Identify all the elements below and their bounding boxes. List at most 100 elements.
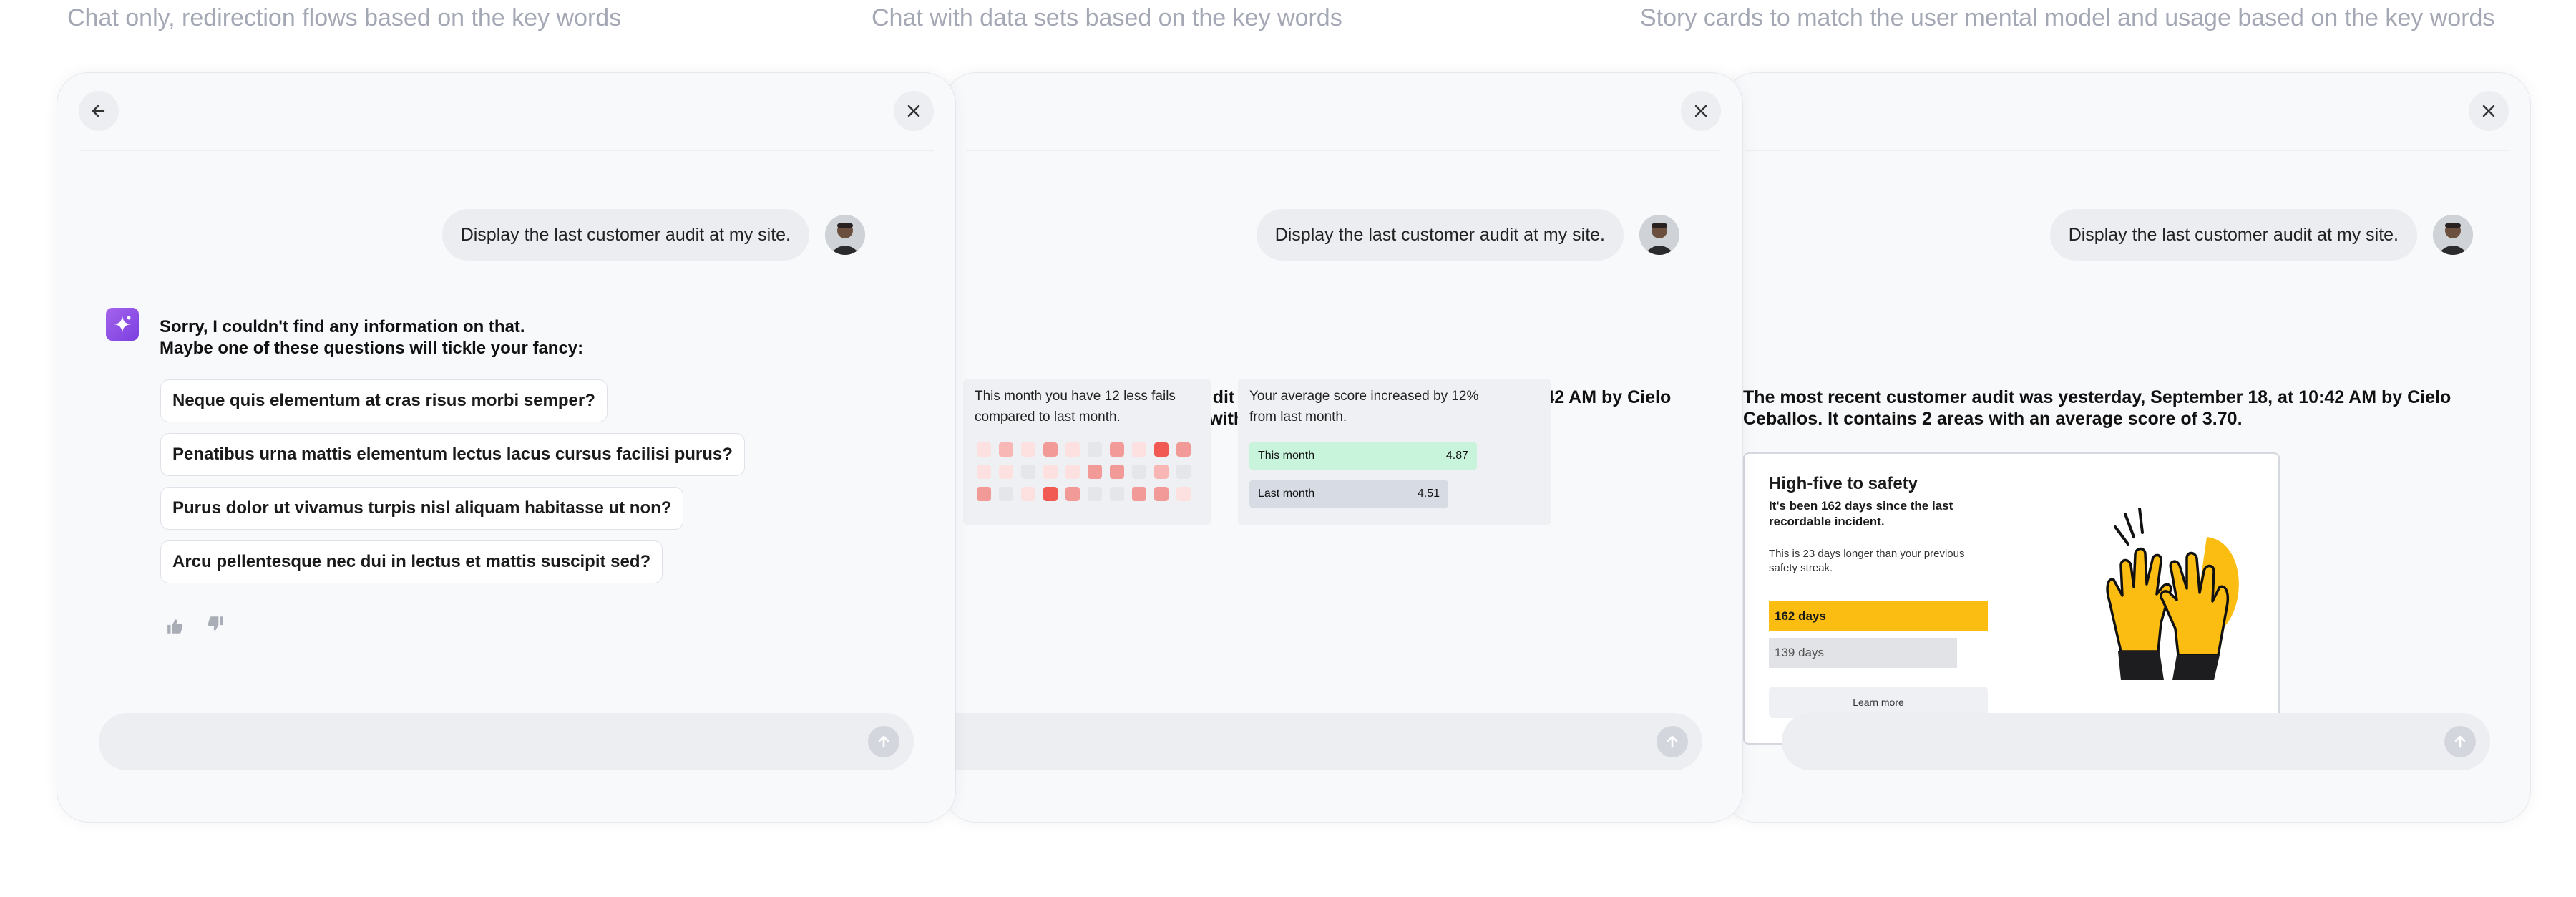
story-subtitle-line-1: It's been 162 days since the last xyxy=(1769,499,1953,513)
apology-line-2: Maybe one of these questions will tickle… xyxy=(160,339,584,358)
message-composer[interactable] xyxy=(1782,713,2490,770)
send-button[interactable] xyxy=(2444,726,2476,757)
heatmap-cell xyxy=(1154,465,1169,479)
learn-more-label: Learn more xyxy=(1853,697,1904,708)
apology-line-1: Sorry, I couldn't find any information o… xyxy=(160,317,525,336)
chat-panel-story-cards: Display the last customer audit at my si… xyxy=(1724,73,2530,822)
current-streak-bar: 162 days xyxy=(1769,601,1988,631)
user-message-bubble: Display the last customer audit at my si… xyxy=(1256,209,1624,261)
panel-header xyxy=(1746,73,2509,151)
story-card-subtitle: It's been 162 days since the last record… xyxy=(1769,498,1953,530)
close-button[interactable] xyxy=(894,91,934,131)
thumbs-down-button[interactable] xyxy=(206,614,225,633)
suggested-question-2[interactable]: Penatibus urna mattis elementum lectus l… xyxy=(160,433,745,476)
current-streak-label: 162 days xyxy=(1775,609,1826,623)
caption-chat-with-data: Chat with data sets based on the key wor… xyxy=(872,4,1342,31)
heatmap-cell xyxy=(977,487,991,501)
fails-line-1: This month you have 12 less fails xyxy=(975,389,1176,404)
high-five-hands-illustration xyxy=(2106,508,2239,680)
this-month-label: This month xyxy=(1258,450,1315,462)
previous-streak-label: 139 days xyxy=(1775,646,1824,659)
fails-heatmap xyxy=(977,442,1206,514)
suggested-question-3[interactable]: Purus dolor ut vivamus turpis nisl aliqu… xyxy=(160,487,684,530)
heatmap-cell xyxy=(1132,487,1146,501)
heatmap-cell xyxy=(1043,442,1058,457)
user-message-bubble: Display the last customer audit at my si… xyxy=(441,209,809,261)
story-card: High-five to safety It's been 162 days s… xyxy=(1743,452,2280,745)
heatmap-cell xyxy=(977,442,991,457)
back-button[interactable] xyxy=(79,91,119,131)
heatmap-cell xyxy=(1021,487,1035,501)
thumbs-down-icon xyxy=(208,616,223,631)
user-avatar xyxy=(825,215,865,255)
user-message-row: Display the last customer audit at my si… xyxy=(441,209,865,261)
audit-answer-text: The most recent customer audit was yeste… xyxy=(1743,387,2451,430)
audit-answer-line-2: Ceballos. It contains 2 areas with an av… xyxy=(1743,409,2243,429)
user-message-row: Display the last customer audit at my si… xyxy=(2049,209,2473,261)
heatmap-cell xyxy=(1088,442,1102,457)
heatmap-cell xyxy=(999,487,1013,501)
last-month-label: Last month xyxy=(1258,488,1315,500)
arrow-up-icon xyxy=(1667,735,1678,748)
assistant-sparkle-icon xyxy=(106,308,139,341)
caption-chat-only: Chat only, redirection flows based on th… xyxy=(67,4,622,31)
heatmap-cell xyxy=(1132,465,1146,479)
message-composer[interactable] xyxy=(945,713,1702,770)
close-icon xyxy=(907,105,920,117)
close-icon xyxy=(1694,105,1707,117)
heatmap-cell xyxy=(1110,487,1124,501)
heatmap-cell xyxy=(1065,442,1080,457)
user-message-bubble: Display the last customer audit at my si… xyxy=(2049,209,2417,261)
fails-stat-text: This month you have 12 less fails compar… xyxy=(975,386,1176,427)
heatmap-cell xyxy=(1110,465,1124,479)
user-avatar xyxy=(1639,215,1679,255)
last-month-value: 4.51 xyxy=(1417,488,1440,500)
heatmap-cell xyxy=(1043,465,1058,479)
send-button[interactable] xyxy=(868,726,899,757)
thumbs-up-button[interactable] xyxy=(166,617,185,636)
close-icon xyxy=(2482,105,2495,117)
suggested-question-4[interactable]: Arcu pellentesque nec dui in lectus et m… xyxy=(160,540,663,583)
chat-panel-chat-only: Display the last customer audit at my si… xyxy=(57,73,955,822)
last-month-bar: Last month 4.51 xyxy=(1249,480,1448,508)
heatmap-cell xyxy=(1088,487,1102,501)
message-composer[interactable] xyxy=(99,713,914,770)
send-button[interactable] xyxy=(1657,726,1688,757)
chat-panel-data-sets: Display the last customer audit at my si… xyxy=(945,73,1742,822)
heatmap-cell xyxy=(1043,487,1058,501)
this-month-value: 4.87 xyxy=(1445,450,1468,462)
heatmap-cell xyxy=(1154,487,1169,501)
user-avatar xyxy=(2433,215,2473,255)
score-line-1: Your average score increased by 12% xyxy=(1249,389,1479,404)
heatmap-cell xyxy=(1065,465,1080,479)
heatmap-cell xyxy=(1176,487,1191,501)
heatmap-cell xyxy=(1132,442,1146,457)
arrow-left-icon xyxy=(92,105,105,117)
previous-streak-bar: 139 days xyxy=(1769,638,1957,668)
fails-stat-card: This month you have 12 less fails compar… xyxy=(963,379,1211,525)
panel-header xyxy=(79,73,934,151)
thumbs-up-icon xyxy=(167,619,183,634)
heatmap-cell xyxy=(977,465,991,479)
arrow-up-icon xyxy=(2454,735,2466,748)
heatmap-cell xyxy=(1176,442,1191,457)
close-button[interactable] xyxy=(1681,91,1721,131)
caption-story-cards: Story cards to match the user mental mod… xyxy=(1640,4,2495,31)
heatmap-cell xyxy=(1065,487,1080,501)
arrow-up-icon xyxy=(878,735,889,748)
heatmap-cell xyxy=(1088,465,1102,479)
apology-text: Sorry, I couldn't find any information o… xyxy=(160,316,583,359)
story-card-title: High-five to safety xyxy=(1769,474,1918,493)
story-body-line-1: This is 23 days longer than your previou… xyxy=(1769,548,1965,560)
heatmap-cell xyxy=(1154,442,1169,457)
score-stat-text: Your average score increased by 12% from… xyxy=(1249,386,1478,427)
suggested-question-1[interactable]: Neque quis elementum at cras risus morbi… xyxy=(160,379,608,422)
audit-answer-line-1: The most recent customer audit was yeste… xyxy=(1743,387,2451,407)
panel-header xyxy=(966,73,1721,151)
close-button[interactable] xyxy=(2469,91,2509,131)
heatmap-cell xyxy=(1176,465,1191,479)
story-subtitle-line-2: recordable incident. xyxy=(1769,515,1885,528)
user-message-row: Display the last customer audit at my si… xyxy=(1256,209,1679,261)
heatmap-cell xyxy=(999,442,1013,457)
this-month-bar: This month 4.87 xyxy=(1249,442,1477,470)
